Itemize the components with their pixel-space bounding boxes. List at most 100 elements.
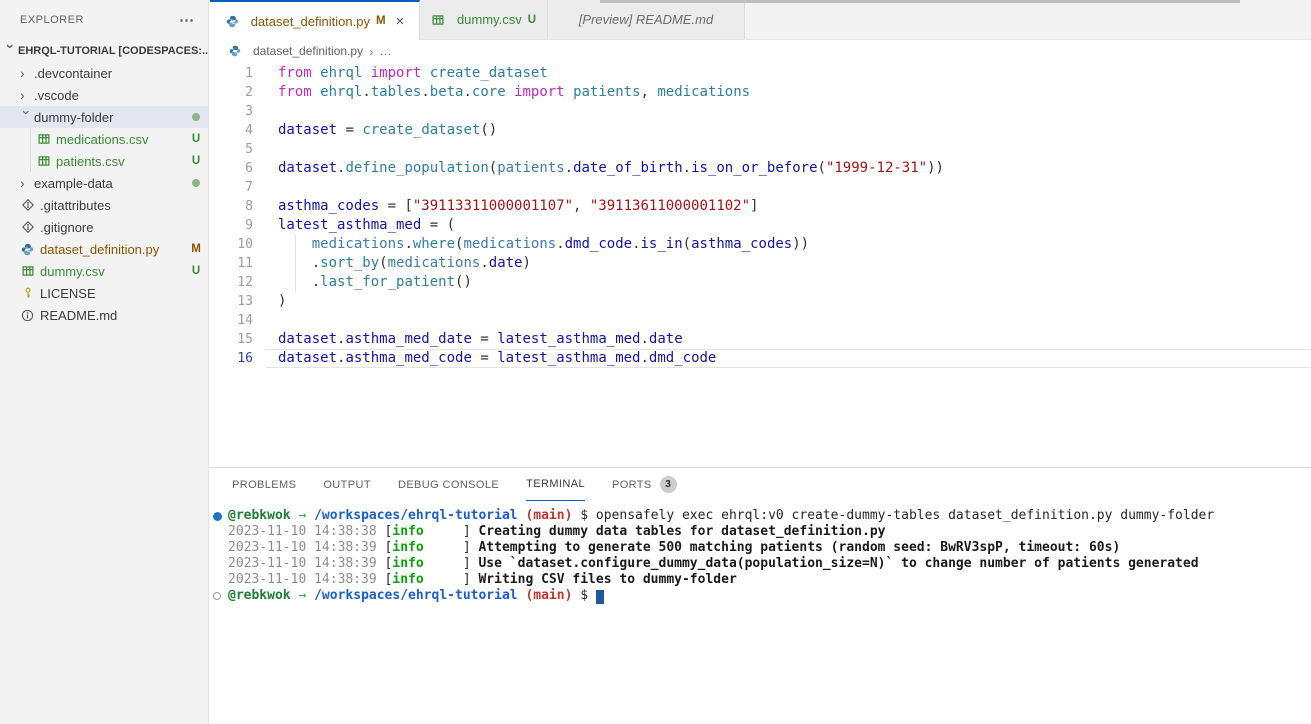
close-icon[interactable]: × [396, 13, 405, 30]
code-line[interactable]: 11 .sort_by(medications.date) [210, 254, 1311, 273]
terminal[interactable]: @rebkwok → /workspaces/ehrql-tutorial (m… [210, 501, 1311, 604]
tree-item-vscode[interactable]: › .vscode [0, 84, 208, 106]
tree-item-license[interactable]: LICENSE [0, 282, 208, 304]
line-number: 4 [210, 121, 278, 140]
token: @rebkwok [228, 588, 291, 603]
tree-item-gitattributes[interactable]: .gitattributes [0, 194, 208, 216]
terminal-line: 2023-11-10 14:38:39 [info ] Use `dataset… [213, 556, 1311, 572]
chevron-down-icon: › [4, 44, 18, 58]
code-line[interactable]: 9latest_asthma_med = ( [210, 216, 1311, 235]
token: medications [463, 236, 556, 252]
chevron-right-icon: › [20, 176, 34, 190]
tree-item-readme[interactable]: README.md [0, 304, 208, 326]
tab-readme-preview[interactable]: [Preview] README.md [548, 0, 745, 39]
token: (main) [525, 508, 572, 523]
terminal-text: @rebkwok → /workspaces/ehrql-tutorial (m… [228, 508, 1214, 524]
table-icon [431, 13, 446, 27]
token: import [506, 84, 573, 100]
code-line[interactable]: 5 [210, 140, 1311, 159]
current-line-highlight [266, 349, 1311, 368]
tab-dummy-csv[interactable]: dummy.csv U [420, 0, 548, 39]
tab-dataset-definition[interactable]: dataset_definition.py M × [210, 0, 420, 40]
terminal-text: 2023-11-10 14:38:38 [info ] Creating dum… [228, 524, 885, 540]
code-line[interactable]: 13) [210, 292, 1311, 311]
code-line[interactable]: 8asthma_codes = ["39113311000001107", "3… [210, 197, 1311, 216]
python-icon [20, 242, 35, 256]
code-line[interactable]: 1from ehrql import create_dataset [210, 64, 1311, 83]
breadcrumb[interactable]: dataset_definition.py › … [210, 40, 1311, 62]
code-text: asthma_codes = ["39113311000001107", "39… [278, 197, 758, 216]
tree-item-label: dummy.csv [40, 264, 184, 279]
tree-item-dataset-definition[interactable]: dataset_definition.py M [0, 238, 208, 260]
code-line[interactable]: 6dataset.define_population(patients.date… [210, 159, 1311, 178]
token: dmd_code [565, 236, 632, 252]
tab-debug-console[interactable]: DEBUG CONSOLE [398, 468, 499, 501]
token: . [632, 236, 640, 252]
command-marker [213, 592, 228, 600]
code-line[interactable]: 7 [210, 178, 1311, 197]
code-line[interactable]: 2from ehrql.tables.beta.core import pati… [210, 83, 1311, 102]
tree-item-devcontainer[interactable]: › .devcontainer [0, 62, 208, 84]
tree-item-medications-csv[interactable]: medications.csv U [0, 128, 208, 150]
token: . [278, 255, 320, 271]
tab-ports[interactable]: PORTS 3 [612, 468, 677, 501]
breadcrumb-file[interactable]: dataset_definition.py [253, 44, 363, 58]
tree-item-label: patients.csv [56, 154, 184, 169]
token: from [278, 65, 320, 81]
tabbar-scrollbar[interactable] [600, 0, 1240, 3]
token: date [489, 255, 523, 271]
token: tables [371, 84, 422, 100]
token: ] [424, 540, 479, 555]
tab-terminal[interactable]: TERMINAL [526, 468, 585, 501]
tab-label: dataset_definition.py [251, 14, 370, 29]
token: = ( [421, 217, 455, 233]
tree-item-label: README.md [40, 308, 208, 323]
line-number: 1 [210, 64, 278, 83]
chevron-right-icon: › [20, 88, 34, 102]
code-text: ) [278, 292, 286, 311]
code-line[interactable]: 4dataset = create_dataset() [210, 121, 1311, 140]
git-status-badge: U [184, 155, 208, 167]
code-line[interactable]: 14 [210, 311, 1311, 330]
tree-item-dummy-folder[interactable]: › dummy-folder [0, 106, 208, 128]
tree-item-label: medications.csv [56, 132, 184, 147]
token: ( [683, 236, 691, 252]
token: info [392, 572, 423, 587]
code-line[interactable]: 15dataset.asthma_med_date = latest_asthm… [210, 330, 1311, 349]
token: ) [522, 255, 530, 271]
token: → [291, 508, 314, 523]
code-line[interactable]: 12 .last_for_patient() [210, 273, 1311, 292]
tree-item-label: example-data [34, 176, 184, 191]
token: ( [818, 160, 826, 176]
tree-item-example-data[interactable]: › example-data [0, 172, 208, 194]
token: medications [312, 236, 405, 252]
token: from [278, 84, 320, 100]
code-line[interactable]: 3 [210, 102, 1311, 121]
tab-output[interactable]: OUTPUT [323, 468, 371, 501]
token: define_population [345, 160, 488, 176]
vscode-window: EXPLORER ⋯ › EHRQL-TUTORIAL [CODESPACES:… [0, 0, 1311, 724]
more-actions-icon[interactable]: ⋯ [179, 11, 194, 29]
workspace-section-header[interactable]: › EHRQL-TUTORIAL [CODESPACES:... [0, 40, 208, 62]
token: "1999-12-31" [826, 160, 927, 176]
tree-item-gitignore[interactable]: .gitignore [0, 216, 208, 238]
token: . [362, 84, 370, 100]
breadcrumb-more[interactable]: … [379, 44, 391, 58]
indent-guide [295, 235, 296, 292]
key-icon [20, 286, 35, 300]
chevron-right-icon: › [20, 66, 34, 80]
token: info [392, 540, 423, 555]
table-icon [36, 154, 51, 168]
tab-problems[interactable]: PROBLEMS [232, 468, 296, 501]
token: . [556, 236, 564, 252]
code-line[interactable]: 10 medications.where(medications.dmd_cod… [210, 235, 1311, 254]
line-number: 13 [210, 292, 278, 311]
tree-item-dummy-csv[interactable]: dummy.csv U [0, 260, 208, 282]
tree-item-patients-csv[interactable]: patients.csv U [0, 150, 208, 172]
panel-tabs: PROBLEMS OUTPUT DEBUG CONSOLE TERMINAL P… [210, 468, 1311, 501]
token: asthma_codes [278, 198, 379, 214]
git-status-badge: U [184, 133, 208, 145]
code-editor[interactable]: 1from ehrql import create_dataset 2from … [210, 62, 1311, 467]
token: ( [489, 160, 497, 176]
token: beta [430, 84, 464, 100]
